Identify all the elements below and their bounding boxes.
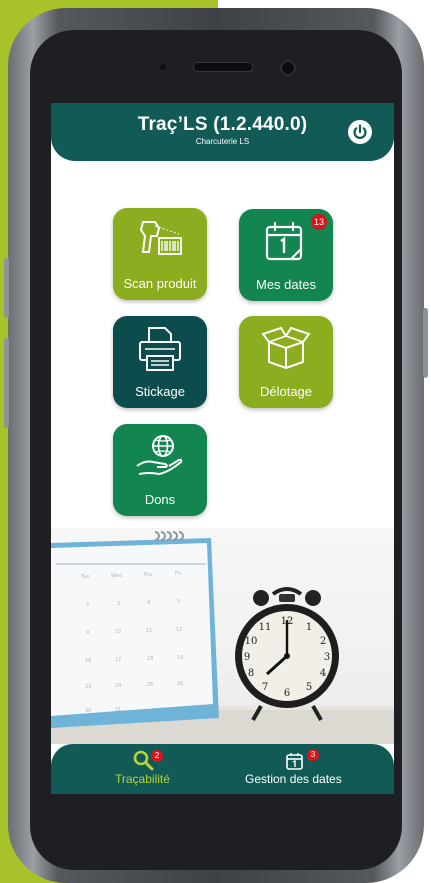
tile-delotage[interactable]: Délotage <box>239 316 333 408</box>
svg-text:25: 25 <box>147 682 153 688</box>
svg-text:11: 11 <box>146 628 152 634</box>
hand-globe-icon <box>136 435 183 475</box>
svg-text:31: 31 <box>115 707 121 713</box>
power-button[interactable] <box>348 120 372 144</box>
notification-badge: 3 <box>307 749 319 761</box>
svg-text:4: 4 <box>147 600 150 606</box>
tile-stickage[interactable]: Stickage <box>113 316 207 408</box>
tile-label: Délotage <box>259 384 313 399</box>
printer-icon <box>139 327 181 371</box>
svg-text:Fri: Fri <box>175 571 181 577</box>
calendar-icon <box>265 221 303 261</box>
svg-text:3: 3 <box>117 601 120 607</box>
barcode-scanner-icon <box>139 221 182 255</box>
svg-text:5: 5 <box>306 682 312 693</box>
phone-side-button <box>423 308 428 378</box>
svg-text:1: 1 <box>306 622 312 633</box>
tile-label: Dons <box>144 492 176 507</box>
phone-side-button <box>4 338 9 428</box>
svg-text:16: 16 <box>85 658 91 664</box>
calendar-clock-photo: Tue Wed Thu Fri 2345 9 10 11 12 16 17 18 19 23 24 2… <box>51 528 394 744</box>
svg-text:4: 4 <box>320 668 326 679</box>
svg-text:11: 11 <box>259 622 272 633</box>
phone-side-button <box>4 258 9 318</box>
svg-text:Tue: Tue <box>80 574 90 580</box>
svg-text:8: 8 <box>248 668 254 679</box>
notification-badge: 2 <box>151 750 163 762</box>
svg-text:2: 2 <box>86 602 89 608</box>
svg-text:23: 23 <box>85 684 91 690</box>
power-icon <box>353 124 367 139</box>
svg-text:26: 26 <box>177 681 183 687</box>
tile-mes-dates[interactable]: 13 Mes dates <box>239 209 333 301</box>
svg-text:24: 24 <box>115 683 121 689</box>
svg-text:12: 12 <box>176 627 182 633</box>
svg-text:30: 30 <box>85 708 91 714</box>
tab-label: Traçabilité <box>115 772 170 786</box>
svg-text:6: 6 <box>284 688 290 699</box>
app-subtitle: Charcuterie LS <box>195 137 250 146</box>
svg-text:3: 3 <box>324 652 330 663</box>
svg-text:10: 10 <box>115 629 121 635</box>
tile-label: Stickage <box>135 384 185 399</box>
app-header: Traç’LS (1.2.440.0) Charcuterie LS <box>51 103 394 161</box>
desk-calendar-clock-illustration: Tue Wed Thu Fri 2345 9 10 11 12 16 17 18 19 23 24 2… <box>51 531 394 744</box>
svg-text:9: 9 <box>244 652 250 663</box>
svg-text:Wed: Wed <box>111 573 122 579</box>
svg-text:17: 17 <box>115 657 121 663</box>
tile-label: Mes dates <box>256 277 316 292</box>
svg-text:7: 7 <box>262 682 268 693</box>
svg-text:Thu: Thu <box>142 572 152 578</box>
notification-badge: 13 <box>311 214 327 230</box>
tab-gestion-des-dates[interactable]: 3 Gestion des dates <box>241 744 351 794</box>
earpiece-speaker <box>193 62 253 72</box>
svg-text:5: 5 <box>177 599 180 605</box>
svg-text:19: 19 <box>177 655 183 661</box>
proximity-sensor <box>160 64 166 70</box>
svg-text:18: 18 <box>147 656 153 662</box>
tab-label: Gestion des dates <box>245 772 342 786</box>
tile-scan-produit[interactable]: Scan produit <box>113 208 207 300</box>
calendar-icon <box>286 753 303 770</box>
tile-label: Scan produit <box>123 276 197 291</box>
front-camera <box>280 60 296 76</box>
tile-dons[interactable]: Dons <box>113 424 207 516</box>
app-title: Traç’LS (1.2.440.0) <box>137 114 308 135</box>
svg-text:9: 9 <box>86 630 89 636</box>
svg-text:10: 10 <box>245 636 258 647</box>
svg-text:2: 2 <box>320 636 326 647</box>
app-screen: Traç’LS (1.2.440.0) Charcuterie LS Scan … <box>51 103 394 794</box>
tab-tracabilite[interactable]: 2 Traçabilité <box>105 744 185 794</box>
bottom-navigation: 2 Traçabilité 3 Gestion des dates <box>51 744 394 794</box>
open-box-icon <box>261 326 311 370</box>
